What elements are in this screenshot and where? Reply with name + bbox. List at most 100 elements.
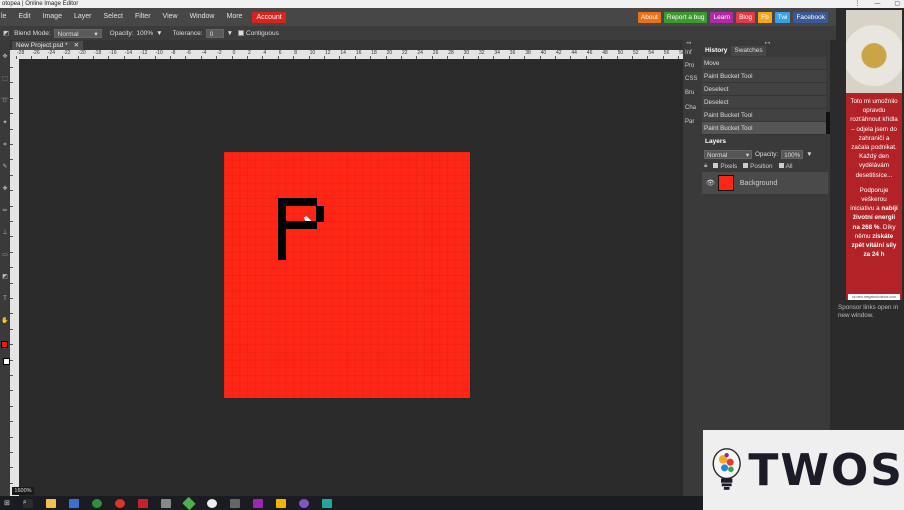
panel-css-button[interactable]: CSS bbox=[685, 76, 697, 82]
film-app-icon[interactable] bbox=[229, 498, 240, 508]
image-canvas[interactable] bbox=[224, 152, 470, 398]
history-item[interactable]: Paint Bucket Tool bbox=[702, 70, 826, 83]
report-bug-button[interactable]: Report a bug bbox=[663, 12, 708, 23]
canvas-workspace[interactable] bbox=[19, 59, 683, 496]
tab-swatches[interactable]: Swatches bbox=[731, 46, 766, 56]
twitter-button[interactable]: Twi bbox=[774, 12, 791, 23]
foreground-color-swatch[interactable] bbox=[1, 341, 8, 348]
opacity-input[interactable]: 100% bbox=[137, 30, 154, 37]
menu-filter[interactable]: Filter bbox=[129, 8, 157, 26]
minimize-icon[interactable]: — bbox=[874, 0, 880, 8]
menu-file[interactable]: le bbox=[0, 8, 12, 26]
menu-view[interactable]: View bbox=[157, 8, 184, 26]
panel-brush-button[interactable]: Bru bbox=[685, 90, 694, 96]
crop-tool-icon[interactable]: ⌗ bbox=[1, 142, 9, 148]
history-item[interactable]: Paint Bucket Tool bbox=[702, 109, 826, 122]
close-icon[interactable]: ✕ bbox=[74, 41, 79, 50]
history-item[interactable]: Move bbox=[702, 57, 826, 70]
menu-more[interactable]: More bbox=[220, 8, 248, 26]
panel-properties-button[interactable]: Pro bbox=[685, 63, 694, 69]
file-explorer-icon[interactable] bbox=[45, 498, 56, 508]
paint-bucket-icon[interactable]: ◩ bbox=[3, 29, 9, 37]
ruler-tick bbox=[10, 313, 13, 315]
opacity-dropdown-icon[interactable]: ▼ bbox=[156, 30, 162, 37]
purple-app-icon[interactable] bbox=[252, 498, 263, 508]
windows-start-icon[interactable]: ⊞ bbox=[4, 499, 10, 507]
wand-tool-icon[interactable]: ✦ bbox=[1, 120, 9, 126]
account-button[interactable]: Account bbox=[252, 11, 286, 23]
title-bar: otopea | Online Image Editor ⋮ — ▢ bbox=[0, 0, 904, 8]
chrome-icon[interactable] bbox=[91, 498, 102, 508]
layer-row[interactable]: 👁︎ Background bbox=[702, 172, 828, 194]
hand-tool-icon[interactable]: ✋ bbox=[1, 318, 9, 324]
move-tool-icon[interactable]: ✥ bbox=[1, 54, 9, 60]
facebook-button[interactable]: Facebook bbox=[793, 12, 828, 23]
eye-icon[interactable]: 👁︎ bbox=[706, 179, 715, 187]
panel-info-button[interactable]: Inf bbox=[685, 50, 692, 56]
blend-mode-select[interactable]: Normal ▾ bbox=[53, 28, 102, 38]
menu-window[interactable]: Window bbox=[184, 8, 221, 26]
lasso-tool-icon[interactable]: ➰ bbox=[1, 98, 9, 104]
learn-button[interactable]: Learn bbox=[710, 12, 734, 23]
menu-edit[interactable]: Edit bbox=[12, 8, 36, 26]
active-app-icon[interactable] bbox=[321, 498, 332, 508]
brush-tool-icon[interactable]: ✏ bbox=[1, 208, 9, 214]
calculator-icon[interactable] bbox=[160, 498, 171, 508]
about-button[interactable]: About bbox=[637, 12, 661, 23]
history-item[interactable]: Paint Bucket Tool bbox=[702, 122, 826, 135]
ruler-tick bbox=[10, 251, 13, 253]
eraser-tool-icon[interactable]: ▭ bbox=[1, 252, 9, 258]
search-icon[interactable]: ⌕ bbox=[22, 498, 33, 508]
menu-layer[interactable]: Layer bbox=[68, 8, 98, 26]
lock-all[interactable]: All bbox=[778, 162, 793, 170]
stamp-tool-icon[interactable]: ⊥ bbox=[1, 230, 9, 236]
tolerance-input[interactable]: 0 bbox=[205, 28, 224, 38]
lock-all-checkbox[interactable] bbox=[778, 162, 784, 168]
ruler-tick-label: -24 bbox=[47, 50, 56, 56]
media-app-icon[interactable] bbox=[137, 498, 148, 508]
layers-title[interactable]: Layers bbox=[702, 137, 729, 147]
fill-tool-icon[interactable]: ◩ bbox=[1, 274, 9, 280]
background-color-swatch[interactable] bbox=[3, 358, 10, 365]
contiguous-checkbox[interactable] bbox=[238, 30, 244, 36]
maximize-icon[interactable]: ▢ bbox=[894, 0, 900, 8]
circle-app-icon[interactable] bbox=[298, 498, 309, 508]
lock-pixels-checkbox[interactable] bbox=[713, 162, 719, 168]
sponsor-ad[interactable]: Toto mi umožnilo opravdu rozťáhnout kříd… bbox=[846, 10, 902, 300]
eyedropper-tool-icon[interactable]: ✎ bbox=[1, 164, 9, 170]
blog-button[interactable]: Blog bbox=[736, 12, 756, 23]
lock-position[interactable]: Position bbox=[743, 162, 773, 170]
pin-app-icon[interactable] bbox=[275, 498, 286, 508]
history-item[interactable]: Deselect bbox=[702, 83, 826, 96]
opera-icon[interactable] bbox=[114, 498, 125, 508]
text-tool-icon[interactable]: T bbox=[1, 296, 9, 302]
ruler-tick-label: -20 bbox=[78, 50, 86, 56]
paw-app-icon[interactable] bbox=[206, 498, 217, 508]
panel-paragraph-button[interactable]: Par bbox=[685, 119, 694, 125]
panel-character-button[interactable]: Cha bbox=[685, 105, 696, 111]
layer-blend-select[interactable]: Normal ▾ bbox=[704, 150, 752, 159]
ruler-tick bbox=[10, 467, 13, 469]
layer-opacity-dropdown-icon[interactable]: ▼ bbox=[806, 151, 812, 158]
lock-position-checkbox[interactable] bbox=[743, 162, 749, 168]
heal-tool-icon[interactable]: ✚ bbox=[1, 186, 9, 192]
tolerance-dropdown-icon[interactable]: ▼ bbox=[227, 30, 233, 37]
menu-image[interactable]: Image bbox=[37, 8, 68, 26]
fb-button[interactable]: Fb bbox=[758, 12, 772, 23]
ruler-tick-label: -14 bbox=[124, 50, 133, 56]
layer-opacity-input[interactable]: 100% bbox=[781, 150, 804, 159]
layer-name[interactable]: Background bbox=[740, 180, 777, 187]
more-icon[interactable]: ⋮ bbox=[854, 0, 860, 8]
tab-history[interactable]: History bbox=[702, 46, 731, 56]
tools-panel: ✥ ⬚ ➰ ✦ ⌗ ✎ ✚ ✏ ⊥ ▭ ◩ T ✋ bbox=[0, 40, 10, 496]
gem-app-icon[interactable] bbox=[182, 496, 196, 510]
zoom-level[interactable]: 1600% bbox=[12, 487, 34, 495]
document-tab[interactable]: New Project.psd * ✕ bbox=[12, 41, 84, 50]
save-app-icon[interactable] bbox=[68, 498, 79, 508]
menu-select[interactable]: Select bbox=[98, 8, 129, 26]
marquee-tool-icon[interactable]: ⬚ bbox=[1, 76, 9, 82]
lock-pixels[interactable]: Pixels bbox=[713, 162, 737, 170]
collapse-icon[interactable]: ◂◂ bbox=[686, 40, 691, 46]
history-scrollbar[interactable] bbox=[826, 112, 830, 134]
history-item[interactable]: Deselect bbox=[702, 96, 826, 109]
